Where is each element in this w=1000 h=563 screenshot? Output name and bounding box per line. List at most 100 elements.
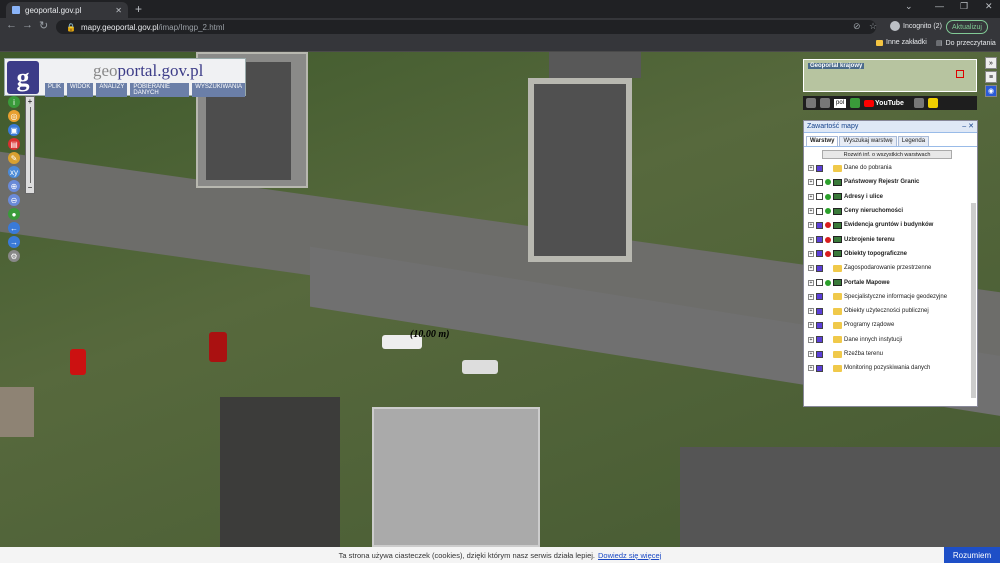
expand-icon[interactable]: + [808, 222, 814, 229]
help-icon[interactable] [820, 98, 830, 108]
menu-analizy[interactable]: ANALIZY [96, 83, 128, 97]
forward-icon[interactable]: → [22, 19, 33, 31]
print-icon[interactable]: ▤ [8, 138, 20, 150]
panel-window-buttons[interactable]: – ✕ [962, 121, 974, 133]
layer-item[interactable]: + Programy rządowe [808, 318, 977, 332]
zoom-out-area-icon[interactable]: ⊖ [8, 194, 20, 206]
accessibility-icon[interactable] [850, 98, 861, 108]
contrast-icon[interactable] [913, 98, 924, 108]
zoom-in-button[interactable]: + [26, 97, 34, 107]
reload-icon[interactable]: ↻ [39, 19, 48, 32]
geoportal-logo[interactable]: g [7, 61, 39, 94]
layer-checkbox[interactable] [816, 321, 823, 329]
language-select[interactable]: pol [834, 98, 847, 108]
layer-checkbox[interactable] [816, 350, 823, 358]
layer-item[interactable]: + Adresy i ulice [808, 190, 977, 204]
tab-warstwy[interactable]: Warstwy [806, 136, 839, 146]
dropdown-icon[interactable]: ⌄ [905, 1, 913, 12]
layer-checkbox[interactable] [816, 293, 823, 301]
next-view-icon[interactable]: → [8, 236, 20, 248]
expand-icon[interactable]: + [808, 165, 814, 172]
layer-item[interactable]: + Ceny nieruchomości [808, 204, 977, 218]
layers-icon[interactable]: ≡ [985, 71, 997, 83]
layer-checkbox[interactable] [816, 236, 823, 244]
menu-wyszukiwania[interactable]: WYSZUKIWANIA [192, 83, 245, 97]
layer-checkbox[interactable] [816, 364, 823, 372]
tab-wyszukaj[interactable]: Wyszukaj warstwę [839, 136, 897, 146]
restore-icon[interactable]: ❐ [960, 1, 968, 12]
menu-plik[interactable]: PLIK [45, 83, 65, 97]
layer-checkbox[interactable] [816, 307, 823, 315]
close-window-icon[interactable]: ✕ [985, 1, 993, 12]
expand-icon[interactable]: + [808, 279, 814, 286]
overview-map[interactable]: Geoportal krajowy [803, 59, 977, 92]
zoom-slider[interactable]: + − [25, 96, 35, 194]
collapse-icon[interactable]: » [985, 57, 997, 69]
map-canvas[interactable]: (10.00 m) g geoportal.gov.pl PLIK WIDOK … [0, 52, 1000, 547]
back-icon[interactable]: ← [6, 19, 17, 31]
menu-widok[interactable]: WIDOK [67, 83, 94, 97]
layer-item[interactable]: + Specjalistyczne informacje geodezyjne [808, 290, 977, 304]
panel-scrollbar[interactable] [971, 203, 976, 398]
expand-icon[interactable]: + [808, 322, 814, 329]
expand-all-button[interactable]: Rozwiń inf. o wszystkich warstwach [822, 150, 952, 159]
expand-icon[interactable]: + [808, 265, 814, 272]
youtube-link[interactable]: YouTube [864, 99, 904, 107]
layer-checkbox[interactable] [816, 264, 823, 272]
layer-checkbox[interactable] [816, 279, 823, 287]
settings-icon[interactable]: ⚙ [8, 250, 20, 262]
coordinates-icon[interactable]: xy [8, 166, 20, 178]
star-icon[interactable]: ☆ [869, 21, 877, 32]
reading-list[interactable]: ▤ Do przeczytania [936, 39, 996, 48]
minimize-icon[interactable]: — [935, 1, 944, 11]
high-contrast-icon[interactable] [927, 98, 938, 108]
print-map-icon[interactable] [806, 98, 816, 108]
browser-tab[interactable]: geoportal.gov.pl ✕ [6, 2, 128, 18]
other-bookmarks[interactable]: Inne zakładki [876, 39, 927, 46]
layer-checkbox[interactable] [816, 178, 823, 186]
address-bar[interactable]: 🔒 mapy.geoportal.gov.pl /imap/Imgp_2.htm… [56, 20, 876, 34]
incognito-indicator[interactable]: Incognito (2) [890, 21, 942, 31]
zoom-track[interactable] [30, 107, 34, 183]
layer-checkbox[interactable] [816, 164, 823, 172]
layer-item[interactable]: + Ewidencja gruntów i budynków [808, 218, 977, 232]
close-tab-icon[interactable]: ✕ [115, 6, 122, 15]
layer-item[interactable]: + Monitoring pozyskiwania danych [808, 361, 977, 375]
info-icon[interactable]: i [8, 96, 20, 108]
layer-item[interactable]: + Rzeźba terenu [808, 347, 977, 361]
expand-icon[interactable]: + [808, 351, 814, 357]
zoom-area-icon[interactable]: ⊕ [8, 180, 20, 192]
expand-icon[interactable]: + [808, 293, 814, 300]
layer-checkbox[interactable] [816, 336, 823, 344]
layer-checkbox[interactable] [816, 193, 823, 201]
layer-item[interactable]: + Obiekty topograficzne [808, 247, 977, 261]
expand-icon[interactable]: + [808, 250, 814, 257]
layer-item[interactable]: + Portale Mapowe [808, 275, 977, 289]
full-extent-icon[interactable]: ● [8, 208, 20, 220]
update-button[interactable]: Aktualizuj [946, 20, 988, 34]
draw-icon[interactable]: ✎ [8, 152, 20, 164]
expand-icon[interactable]: + [808, 365, 814, 372]
expand-icon[interactable]: + [808, 336, 814, 343]
menu-pobieranie[interactable]: POBIERANIE DANYCH [130, 83, 190, 97]
expand-icon[interactable]: + [808, 179, 814, 186]
expand-icon[interactable]: + [808, 208, 814, 215]
layer-item[interactable]: + Obiekty użyteczności publicznej [808, 304, 977, 318]
expand-icon[interactable]: + [808, 193, 814, 200]
layer-item[interactable]: + Uzbrojenie terenu [808, 232, 977, 246]
layer-item[interactable]: + Dane do pobrania [808, 161, 977, 175]
new-tab-icon[interactable]: + [135, 2, 142, 16]
cookie-link[interactable]: Dowiedz się więcej [598, 551, 661, 560]
layer-checkbox[interactable] [816, 221, 823, 229]
layer-item[interactable]: + Państwowy Rejestr Granic [808, 175, 977, 189]
eye-icon[interactable]: ◉ [985, 85, 997, 97]
layer-checkbox[interactable] [816, 207, 823, 215]
eye-off-icon[interactable]: ⊘ [853, 21, 861, 32]
measure-icon[interactable]: ◎ [8, 110, 20, 122]
layer-item[interactable]: + Zagospodarowanie przestrzenne [808, 261, 977, 275]
layer-item[interactable]: + Dane innych instytucji [808, 333, 977, 347]
expand-icon[interactable]: + [808, 236, 814, 243]
cookie-accept-button[interactable]: Rozumiem [944, 547, 1000, 563]
previous-view-icon[interactable]: ← [8, 222, 20, 234]
select-icon[interactable]: ▣ [8, 124, 20, 136]
